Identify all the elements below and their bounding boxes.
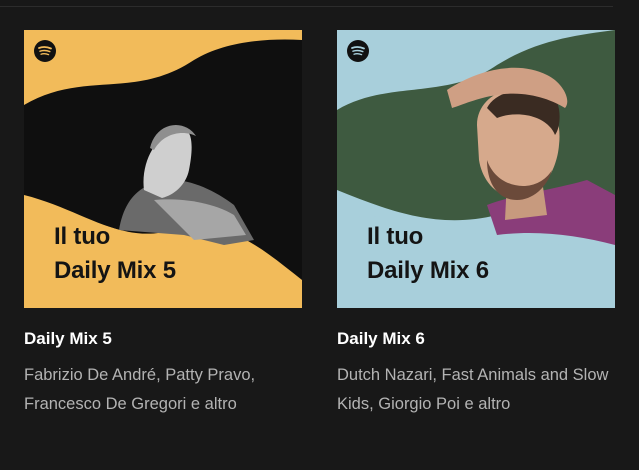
playlist-card-daily-mix-6[interactable]: Il tuo Daily Mix 6 Daily Mix 6 Dutch Naz…: [337, 30, 615, 419]
section-divider: [0, 6, 613, 7]
playlist-title[interactable]: Daily Mix 6: [337, 329, 615, 349]
spotify-logo-icon: [347, 40, 369, 62]
cover-line-1: Il tuo: [367, 223, 424, 250]
cover-line-2: Daily Mix 5: [54, 257, 176, 284]
playlist-cover[interactable]: Il tuo Daily Mix 5: [24, 30, 302, 308]
cover-title: Il tuo Daily Mix 5: [54, 220, 176, 288]
playlist-description: Dutch Nazari, Fast Animals and Slow Kids…: [337, 366, 609, 413]
cover-line-2: Daily Mix 6: [367, 257, 489, 284]
cover-title: Il tuo Daily Mix 6: [367, 220, 489, 288]
spotify-logo-icon: [34, 40, 56, 62]
playlist-description: Fabrizio De André, Patty Pravo, Francesc…: [24, 366, 256, 413]
playlist-title[interactable]: Daily Mix 5: [24, 329, 302, 349]
playlist-cover[interactable]: Il tuo Daily Mix 6: [337, 30, 615, 308]
cover-line-1: Il tuo: [54, 223, 111, 250]
playlist-card-daily-mix-5[interactable]: Il tuo Daily Mix 5 Daily Mix 5 Fabrizio …: [24, 30, 302, 419]
